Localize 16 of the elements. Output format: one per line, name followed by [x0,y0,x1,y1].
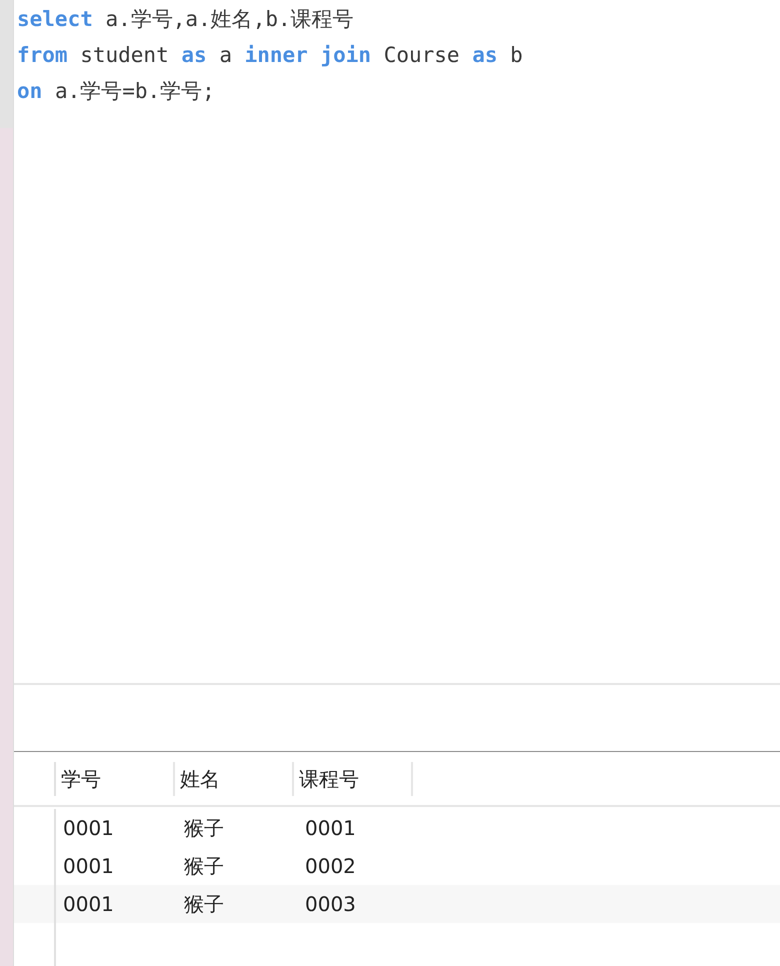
column-header[interactable]: 课程号 [294,762,413,796]
table-cell-text: 0001 [304,815,357,842]
sql-editor[interactable]: select a.学号,a.姓名,b.课程号 from student as a inner join Course as b on a.学号=b.学号; [14,0,780,685]
table-cell-text: 0001 [62,891,115,918]
code-line: from student as a inner join Course as b [17,42,524,69]
table-cell-text: 0002 [304,853,357,880]
table-cell-text: 猴子 [183,815,225,842]
column-header[interactable]: 姓名 [175,762,294,796]
column-header[interactable]: 学号 [56,762,175,796]
table-cell-text: 0001 [62,853,115,880]
table-cell-text: 0001 [62,815,115,842]
code-line: select a.学号,a.姓名,b.课程号 [17,6,355,33]
table-cell-text: 猴子 [183,853,225,880]
table-cell-text: 猴子 [183,891,225,918]
table-cell-text: 0003 [304,891,357,918]
code-line: on a.学号=b.学号; [17,78,216,105]
